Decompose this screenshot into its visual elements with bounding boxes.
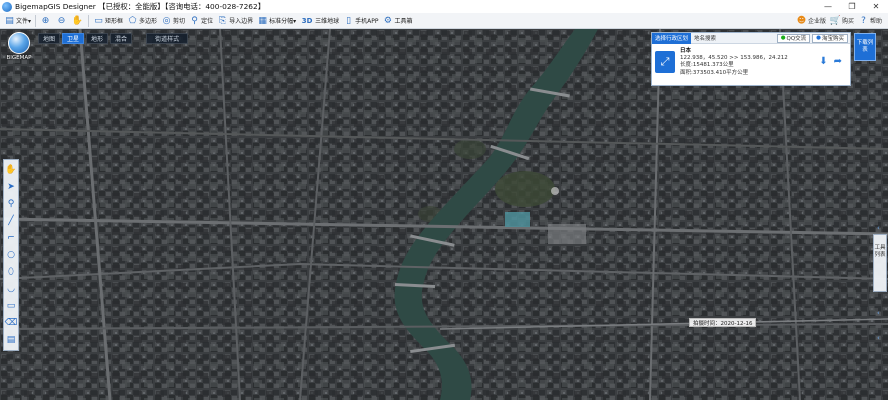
- toolbox-button[interactable]: ⚙ 工具箱: [380, 14, 414, 28]
- collapse-arrow-icon[interactable]: ‹: [877, 334, 880, 342]
- circle-tool-button[interactable]: ○: [4, 248, 18, 262]
- tab-hybrid[interactable]: 混合: [110, 33, 133, 44]
- help-icon: ?: [861, 15, 866, 26]
- brand-logo[interactable]: BIGEMAP: [5, 32, 33, 66]
- zoom-in-button[interactable]: ⊕: [38, 14, 54, 28]
- region-area: 面积:373503.410平方公里: [680, 69, 749, 76]
- region-name: 日本: [680, 48, 692, 54]
- user-icon: ☻: [796, 15, 807, 26]
- collapse-arrow-icon[interactable]: ‹: [877, 224, 880, 232]
- mobile-app-button[interactable]: ▯ 手机APP: [341, 14, 380, 28]
- rectangle-tool-button[interactable]: ▭: [4, 299, 18, 313]
- rectangle-select-button[interactable]: ▭ 矩形框: [91, 14, 125, 28]
- panel-tabs: 选择行政区划 地名搜索 ● QQ交流 ● 淘宝购买: [652, 32, 850, 44]
- minimize-button[interactable]: —: [816, 0, 840, 13]
- zoom-out-icon: ⊖: [57, 15, 66, 26]
- import-boundary-button[interactable]: ⎘ 导入边界: [215, 14, 255, 28]
- ellipse-tool-button[interactable]: ⬯: [4, 265, 18, 279]
- window-title: BigemapGIS Designer 【已授权：全能版】【咨询电话：400-0…: [15, 2, 266, 11]
- polygon-icon: ⬠: [128, 15, 137, 26]
- brand-label: BIGEMAP: [6, 55, 32, 61]
- line-tool-button[interactable]: ╱: [4, 214, 18, 228]
- main-toolbar: ▤ 文件▾ ⊕ ⊖ ✋ ▭ 矩形框 ⬠ 多边形 ◎ 剪切 ⚲ 定位 ⎘ 导入边界 ▦ 标准分幅…: [0, 13, 888, 29]
- toolbar-right: ☻ 企业版 🛒 购买 ? 帮助: [794, 14, 888, 28]
- pan-button[interactable]: ✋: [70, 14, 86, 28]
- window-controls: — ❐ ✕: [816, 0, 888, 13]
- location-icon: ⚲: [191, 15, 198, 26]
- tab-map[interactable]: 地图: [38, 33, 61, 44]
- panel-actions: ⬇ ➦: [819, 56, 842, 67]
- 3d-icon: 3D: [301, 16, 313, 25]
- phone-icon: ▯: [346, 15, 352, 26]
- download-icon[interactable]: ⬇: [819, 56, 827, 67]
- enterprise-button[interactable]: ☻ 企业版: [794, 14, 828, 28]
- tab-select-region[interactable]: 选择行政区划: [652, 32, 692, 44]
- street-style-button[interactable]: 街道样式: [146, 33, 189, 44]
- capture-date-label: 拍摄时间：2020-12-16: [689, 318, 757, 327]
- line-icon: ╱: [8, 216, 14, 226]
- tab-place-search[interactable]: 地名搜索: [691, 33, 719, 44]
- grid-icon: ▦: [258, 15, 267, 26]
- tab-terrain[interactable]: 地形: [86, 33, 109, 44]
- divider: [88, 14, 90, 27]
- layers-tool-button[interactable]: ▤: [4, 333, 18, 347]
- standard-sheet-button[interactable]: ▦ 标准分幅▾: [255, 14, 298, 28]
- marker-tool-button[interactable]: ⚲: [4, 197, 18, 211]
- file-icon: ▤: [5, 15, 14, 26]
- marker-icon: ⚲: [7, 199, 15, 209]
- window-titlebar: BigemapGIS Designer 【已授权：全能版】【咨询电话：400-0…: [0, 0, 888, 13]
- arc-tool-button[interactable]: ◡: [4, 282, 18, 296]
- file-menu[interactable]: ▤ 文件▾: [2, 14, 33, 28]
- drawing-toolbar: ✋ ➤ ⚲ ╱ ⌐ ○ ⬯ ◡ ▭ ⌫ ▤: [3, 159, 19, 351]
- zoom-in-icon: ⊕: [41, 15, 50, 26]
- rectangle-icon: ▭: [94, 15, 103, 26]
- polyline-tool-button[interactable]: ⌐: [4, 231, 18, 245]
- divider: [35, 14, 37, 27]
- tab-satellite[interactable]: 卫星: [62, 33, 85, 44]
- clip-button[interactable]: ◎ 剪切: [159, 14, 187, 28]
- cart-icon: 🛒: [829, 15, 842, 26]
- hand-icon: ✋: [71, 15, 84, 26]
- buy-button[interactable]: 🛒 购买: [828, 14, 856, 28]
- download-list-button[interactable]: 下载列表: [854, 33, 876, 61]
- arc-icon: ◡: [7, 284, 15, 294]
- map-canvas[interactable]: BIGEMAP 地图 卫星 地形 混合 街道样式 ✋ ➤ ⚲ ╱ ⌐ ○ ⬯ ◡…: [0, 29, 888, 400]
- zoom-out-button[interactable]: ⊖: [54, 14, 70, 28]
- region-panel: 选择行政区划 地名搜索 ● QQ交流 ● 淘宝购买 ⤢ 日本 122.938，45.…: [651, 32, 851, 86]
- eraser-tool-button[interactable]: ⌫: [4, 316, 18, 330]
- polyline-icon: ⌐: [7, 233, 15, 243]
- circle-icon: ◎: [162, 15, 171, 26]
- circle-icon: ○: [7, 250, 15, 260]
- 3d-earth-button[interactable]: 3D 三维地球: [298, 14, 341, 28]
- region-shape-icon: ⤢: [655, 51, 675, 73]
- layers-icon: ▤: [6, 335, 16, 345]
- tools-icon: ⚙: [383, 15, 392, 26]
- region-info: 日本 122.938，45.520 >> 153.986，24.212 长度:1…: [680, 48, 788, 77]
- app-logo-icon: [2, 1, 12, 12]
- eraser-icon: ⌫: [4, 318, 18, 328]
- hand-tool-button[interactable]: ✋: [4, 163, 18, 177]
- import-boundary-icon: ⎘: [218, 15, 227, 26]
- taobao-icon: ●: [816, 35, 821, 41]
- globe-icon: [8, 32, 30, 54]
- hand-icon: ✋: [5, 165, 17, 175]
- close-button[interactable]: ✕: [864, 0, 888, 13]
- help-button[interactable]: ? 帮助: [856, 14, 884, 28]
- panel-body: ⤢ 日本 122.938，45.520 >> 153.986，24.212 长度…: [652, 44, 850, 86]
- qq-chat-button[interactable]: ● QQ交流: [776, 33, 811, 43]
- polygon-select-button[interactable]: ⬠ 多边形: [125, 14, 159, 28]
- pointer-icon: ➤: [7, 182, 15, 192]
- maximize-button[interactable]: ❐: [840, 0, 864, 13]
- share-icon[interactable]: ➦: [834, 56, 842, 67]
- region-perimeter: 长度:15481.373公里: [680, 62, 734, 69]
- map-type-tabs: 地图 卫星 地形 混合 街道样式: [38, 33, 189, 44]
- ellipse-icon: ⬯: [8, 267, 14, 277]
- taobao-buy-button[interactable]: ● 淘宝购买: [812, 33, 848, 43]
- rectangle-icon: ▭: [6, 301, 16, 311]
- qq-icon: ●: [780, 35, 786, 41]
- tool-list-panel[interactable]: 工具列表: [873, 234, 887, 292]
- select-tool-button[interactable]: ➤: [4, 180, 18, 194]
- collapse-arrow-icon[interactable]: ‹: [877, 309, 880, 317]
- locate-button[interactable]: ⚲ 定位: [187, 14, 215, 28]
